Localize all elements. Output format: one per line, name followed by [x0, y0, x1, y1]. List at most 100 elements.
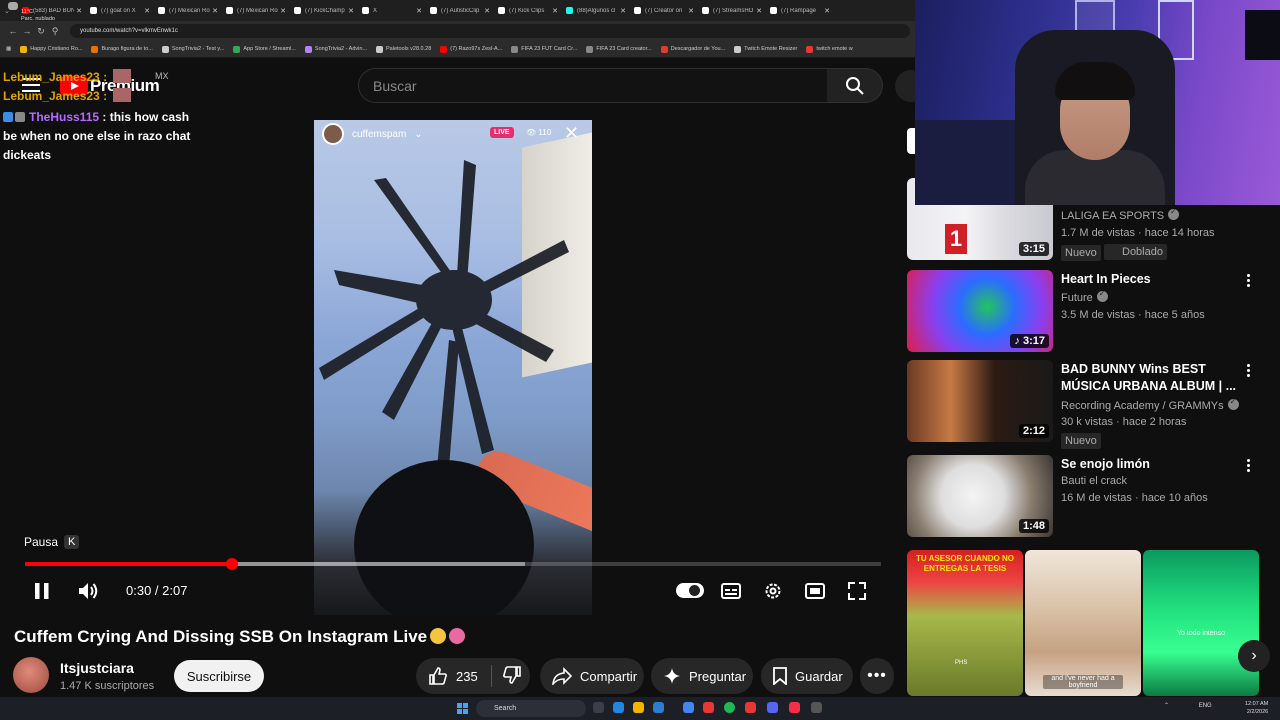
- browser-tab[interactable]: X ✕: [358, 2, 426, 19]
- more-vert-icon[interactable]: [1247, 274, 1251, 289]
- pause-button[interactable]: [28, 578, 56, 604]
- short-item[interactable]: and I've never had a boyfriend: [1025, 550, 1141, 696]
- video-player[interactable]: [314, 120, 592, 615]
- video-thumbnail[interactable]: ♪ 3:17: [907, 270, 1053, 352]
- browser-tab[interactable]: (88)Algunos cl ✕: [562, 2, 630, 19]
- site-info-icon[interactable]: ⚲: [48, 26, 62, 37]
- bookmark-item[interactable]: Descargador de You...: [660, 45, 725, 53]
- weather-widget[interactable]: 11°C Parc. nublado: [8, 2, 55, 23]
- browser-tab[interactable]: (7) Kick Clips ✕: [494, 2, 562, 19]
- progress-bar[interactable]: [25, 558, 881, 570]
- chat-separator: :: [99, 70, 108, 84]
- forward-arrow-icon[interactable]: →: [20, 26, 34, 36]
- reload-icon[interactable]: ↻: [34, 26, 48, 37]
- shorts-next-button[interactable]: ›: [1238, 640, 1270, 672]
- browser-tab[interactable]: (7) StreamsHO ✕: [698, 2, 766, 19]
- browser-tab[interactable]: (7) goat on X ✕: [86, 2, 154, 19]
- theater-mode-button[interactable]: [801, 578, 829, 604]
- apps-grid-icon[interactable]: ▦: [6, 46, 11, 52]
- like-button[interactable]: [428, 666, 448, 686]
- recommendation-title[interactable]: Heart In Pieces: [1061, 271, 1236, 288]
- dislike-button[interactable]: [502, 665, 522, 688]
- subscribe-button[interactable]: Suscribirse: [174, 660, 264, 692]
- streamer-webcam: [915, 0, 1280, 205]
- more-vert-icon[interactable]: [1247, 364, 1251, 379]
- tab-close-icon[interactable]: ✕: [348, 7, 354, 15]
- tab-close-icon[interactable]: ✕: [620, 7, 626, 15]
- tab-close-icon[interactable]: ✕: [688, 7, 694, 15]
- more-actions-button[interactable]: •••: [860, 658, 894, 694]
- tab-close-icon[interactable]: ✕: [756, 7, 762, 15]
- browser-tab[interactable]: (7) AutisticClip ✕: [426, 2, 494, 19]
- tab-close-icon[interactable]: ✕: [416, 7, 422, 15]
- bookmark-item[interactable]: Burago figura de to...: [91, 45, 153, 53]
- taskbar-search[interactable]: Search: [476, 700, 586, 717]
- bookmark-item[interactable]: FIFA 23 FUT Card Cr...: [511, 45, 577, 53]
- settings-button[interactable]: [759, 578, 787, 604]
- bookmark-item[interactable]: App Store / Streaml...: [233, 45, 296, 53]
- bookmark-item[interactable]: Paletools v28.0.28: [376, 45, 431, 53]
- obs-icon[interactable]: [811, 702, 822, 713]
- address-bar[interactable]: youtube.com/watch?v=vlkmvEnwk1c: [70, 24, 910, 38]
- recorder-icon[interactable]: [745, 702, 756, 713]
- recommendation-channel[interactable]: Bauti el crack: [1061, 475, 1127, 487]
- save-button[interactable]: Guardar: [761, 658, 853, 694]
- browser-tab[interactable]: (7) Rampage ✕: [766, 2, 834, 19]
- taskbar-clock[interactable]: 12:07 AM 2/2/2026: [1245, 700, 1268, 716]
- bookmark-item[interactable]: Happy Cristiano Ro...: [20, 45, 83, 53]
- task-view-icon[interactable]: [593, 702, 604, 713]
- channel-name[interactable]: Itsjustciara: [60, 660, 134, 676]
- store-icon[interactable]: [653, 702, 664, 713]
- discord-icon[interactable]: [767, 702, 778, 713]
- recommendation-channel[interactable]: Recording Academy / GRAMMYs: [1061, 397, 1239, 412]
- back-arrow-icon[interactable]: ←: [6, 26, 20, 36]
- more-vert-icon[interactable]: [1247, 459, 1251, 474]
- ask-button[interactable]: Preguntar: [651, 658, 753, 694]
- share-button[interactable]: Compartir: [540, 658, 644, 694]
- video-thumbnail[interactable]: 1:48: [907, 455, 1053, 537]
- mail-icon[interactable]: [683, 702, 694, 713]
- chat-badge-icon: [15, 112, 25, 122]
- system-tray[interactable]: ⌃ ENG: [1164, 702, 1212, 709]
- bookmark-item[interactable]: twitch emote w: [806, 45, 853, 53]
- chrome-icon[interactable]: [703, 702, 714, 713]
- video-thumbnail[interactable]: 2:12: [907, 360, 1053, 442]
- tab-close-icon[interactable]: ✕: [824, 7, 830, 15]
- recommendation-channel[interactable]: LALIGA EA SPORTS: [1061, 207, 1180, 222]
- recommendation-channel[interactable]: Future: [1061, 289, 1108, 304]
- edge-icon[interactable]: [613, 702, 624, 713]
- bookmark-item[interactable]: SongTrivia2 - Test y...: [161, 45, 224, 53]
- music-icon[interactable]: [789, 702, 800, 713]
- bookmark-item[interactable]: FIFA 23 Card creator...: [586, 45, 652, 53]
- volume-button[interactable]: [74, 578, 102, 604]
- bookmark-item[interactable]: SongTrivia2 - Advin...: [304, 45, 367, 53]
- browser-tab[interactable]: (7) Creator on ✕: [630, 2, 698, 19]
- short-item[interactable]: TU ASESOR CUANDO NO ENTREGAS LA TESIS PH…: [907, 550, 1023, 696]
- progress-scrubber[interactable]: [226, 558, 239, 570]
- bookmark-item[interactable]: (7) Razo97s Zesl-A...: [440, 45, 502, 53]
- recommendation-title[interactable]: BAD BUNNY Wins BEST MÚSICA URBANA ALBUM …: [1061, 361, 1236, 395]
- tab-close-icon[interactable]: ✕: [144, 7, 150, 15]
- fullscreen-button[interactable]: [843, 578, 871, 604]
- bookmark-label: Happy Cristiano Ro...: [30, 46, 83, 52]
- tab-close-icon[interactable]: ✕: [212, 7, 218, 15]
- short-item[interactable]: Yo todo intenso: [1143, 550, 1259, 696]
- tab-close-icon[interactable]: ✕: [552, 7, 558, 15]
- tab-close-icon[interactable]: ✕: [484, 7, 490, 15]
- search-input[interactable]: Buscar: [358, 68, 828, 103]
- browser-tab[interactable]: (7) Mexican Ro ✕: [222, 2, 290, 19]
- file-explorer-icon[interactable]: [633, 702, 644, 713]
- channel-avatar[interactable]: [13, 657, 49, 693]
- sidebar-chip-edge[interactable]: [907, 128, 915, 154]
- tab-close-icon[interactable]: ✕: [76, 7, 82, 15]
- windows-start-icon[interactable]: [457, 703, 468, 714]
- recommendation-title[interactable]: Se enojo limón: [1061, 456, 1236, 473]
- browser-tab[interactable]: (7) KickChamp ✕: [290, 2, 358, 19]
- autoplay-toggle[interactable]: [676, 583, 704, 598]
- tab-close-icon[interactable]: ✕: [280, 7, 286, 15]
- search-button[interactable]: [827, 68, 883, 103]
- bookmark-item[interactable]: Twitch Emote Resizer: [734, 45, 797, 53]
- subtitles-button[interactable]: [717, 578, 745, 604]
- browser-tab[interactable]: (7) Mexican Ro ✕: [154, 2, 222, 19]
- spotify-icon[interactable]: [724, 702, 735, 713]
